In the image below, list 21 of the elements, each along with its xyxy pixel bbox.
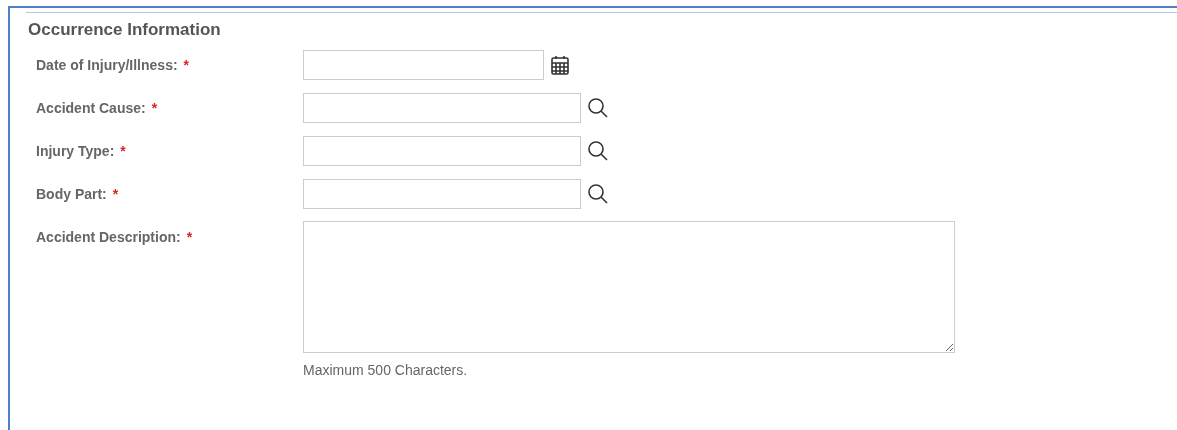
field-label: Accident Cause: (35, 99, 146, 116)
required-mark: * (183, 57, 190, 73)
calendar-icon[interactable] (550, 54, 570, 76)
field-label: Accident Description: (35, 228, 181, 245)
field-label: Injury Type: (35, 142, 115, 159)
search-icon[interactable] (587, 140, 609, 162)
required-mark: * (151, 100, 158, 116)
lookup-field[interactable] (303, 136, 581, 166)
required-mark: * (186, 229, 193, 245)
search-icon[interactable] (587, 183, 609, 205)
field-label: Date of Injury/Illness: (35, 56, 178, 73)
section-title: Occurrence Information (28, 20, 222, 40)
search-icon[interactable] (587, 97, 609, 119)
lookup-field[interactable] (303, 179, 581, 209)
field-label: Body Part: (35, 185, 107, 202)
date-field[interactable] (303, 50, 544, 80)
required-mark: * (120, 143, 126, 159)
description-field[interactable] (303, 221, 955, 353)
lookup-field[interactable] (303, 93, 581, 123)
required-mark: * (112, 186, 119, 202)
field-hint: Maximum 500 Characters. (303, 362, 469, 378)
